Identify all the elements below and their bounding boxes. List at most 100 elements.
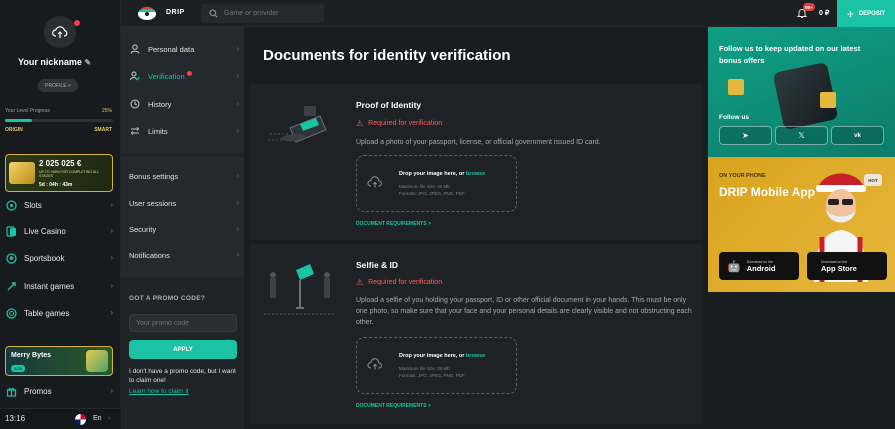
upload-dropzone[interactable]: Drop your image here, or browse Maximum … [356, 337, 517, 394]
settings-item-personal-data[interactable]: Personal data › [129, 40, 239, 58]
document-requirements-link[interactable]: DOCUMENT REQUIREMENTS > [356, 221, 431, 227]
user-icon [129, 44, 140, 55]
upload-cloud-icon [52, 26, 68, 38]
search-box[interactable] [201, 4, 324, 23]
app-root: Your nickname ✎ PROFILE > Your Level Pro… [0, 0, 895, 429]
telegram-button[interactable]: ➤ [719, 126, 772, 145]
right-panel: Follow us to keep updated on our latest … [708, 27, 895, 429]
android-icon: 🤖 [727, 260, 741, 273]
balance[interactable]: 0 ₽ [819, 9, 829, 17]
merry-bytes-title: Merry Bytes [11, 352, 52, 359]
hot-badge: HOT [864, 174, 882, 186]
sidebar-item-sportsbook[interactable]: Sportsbook › [5, 249, 115, 267]
settings-item-label: Personal data [148, 44, 195, 54]
document-title: Proof of Identity [356, 100, 422, 110]
app-store-download-button[interactable]: Download on the App Store [807, 252, 887, 280]
avatar[interactable] [44, 16, 76, 48]
top-bar: DRIP 99+ 0 ₽ + DEPOSIT [121, 0, 895, 27]
settings-item-label: User sessions [129, 198, 177, 208]
vk-icon: vk [854, 132, 861, 139]
settings-item-notifications[interactable]: Notifications › [129, 246, 239, 264]
level-progress-percent: 25% [101, 108, 112, 114]
promo-timer: 5d : 04h : 43m [39, 182, 73, 188]
profile-button[interactable]: PROFILE > [38, 79, 78, 92]
x-button[interactable]: 𝕏 [775, 126, 828, 145]
left-sidebar: Your nickname ✎ PROFILE > Your Level Pro… [0, 0, 121, 429]
mobile-app-banner: ON YOUR PHONE DRIP Mobile App HOT 🤖 Down… [708, 157, 895, 292]
sportsbook-icon [5, 252, 17, 264]
promo-code-field[interactable] [129, 314, 237, 332]
settings-item-verification[interactable]: Verification › [129, 67, 239, 85]
chevron-right-icon: › [236, 198, 239, 207]
settings-item-security[interactable]: Security › [129, 220, 239, 238]
android-download-button[interactable]: 🤖 Download on the Android [719, 252, 799, 280]
settings-item-label: Limits [148, 126, 168, 136]
nickname[interactable]: Your nickname ✎ [18, 57, 91, 67]
apply-button[interactable]: APPLY [129, 340, 237, 359]
dropzone-limits: Maximum file size: 30 Mb Formats: JPG, JP… [399, 184, 465, 196]
vk-button[interactable]: vk [831, 126, 884, 145]
settings-item-label: Notifications [129, 250, 170, 260]
warning-icon: ⚠ [356, 119, 364, 128]
settings-item-history[interactable]: History › [129, 95, 239, 113]
chevron-right-icon: › [236, 44, 239, 53]
upload-cloud-icon [367, 358, 382, 370]
gift-icon [728, 79, 744, 95]
main-content: Documents for identity verification Proo… [244, 27, 708, 429]
level-progress-label: Your Level Progress [5, 108, 50, 114]
android-label: Download on the Android [746, 259, 776, 273]
settings-item-bonus-settings[interactable]: Bonus settings › [129, 167, 239, 185]
telegram-icon: ➤ [742, 131, 749, 140]
slots-icon [5, 199, 17, 211]
language-select[interactable]: En [93, 415, 102, 422]
on-your-phone-label: ON YOUR PHONE [719, 173, 766, 179]
clock-icon [129, 99, 140, 110]
promo-amount: 2 025 025 € [39, 159, 82, 168]
app-store-label: Download on the App Store [821, 259, 857, 273]
learn-how-to-claim-link[interactable]: Learn how to claim it [129, 388, 189, 395]
selfie-id-card: Selfie & ID ⚠ Required for verification U… [250, 244, 702, 424]
document-title: Selfie & ID [356, 260, 399, 270]
search-input[interactable] [224, 10, 324, 17]
uk-flag-icon[interactable] [75, 414, 86, 425]
sidebar-item-instant-games[interactable]: Instant games › [5, 277, 115, 295]
x-icon: 𝕏 [798, 131, 805, 140]
sidebar-item-label: Promos [24, 386, 52, 396]
settings-item-limits[interactable]: Limits › [129, 122, 239, 140]
level-progress-bar [5, 119, 113, 122]
clock: 13:16 [5, 414, 26, 423]
document-requirements-link[interactable]: DOCUMENT REQUIREMENTS > [356, 403, 431, 409]
browse-link[interactable]: browse [466, 353, 485, 359]
chevron-right-icon: › [236, 71, 239, 80]
edit-icon[interactable]: ✎ [84, 58, 91, 67]
merry-bytes-card[interactable]: Merry Bytes 4/28 [5, 346, 113, 376]
settings-item-label: Bonus settings [129, 171, 179, 181]
settings-item-user-sessions[interactable]: User sessions › [129, 194, 239, 212]
follow-us-banner: Follow us to keep updated on our latest … [708, 27, 895, 157]
browse-link[interactable]: browse [466, 171, 485, 177]
gift-icon [820, 92, 836, 108]
settings-item-label: History [148, 99, 172, 109]
deposit-button[interactable]: + DEPOSIT [837, 0, 895, 27]
promo-code-input[interactable] [136, 319, 226, 327]
sidebar-item-table-games[interactable]: Table games › [5, 304, 115, 322]
chevron-right-icon: › [110, 386, 113, 395]
proof-of-identity-card: Proof of Identity ⚠ Required for verifica… [250, 84, 702, 240]
requirement-status: ⚠ Required for verification [356, 119, 443, 128]
tournament-promo-card[interactable]: 2 025 025 € UP TO +55% FOR COMPLETING AL… [5, 154, 113, 192]
chevron-right-icon: › [110, 253, 113, 262]
chevron-right-icon: › [110, 281, 113, 290]
sidebar-item-live-casino[interactable]: Live Casino › [5, 222, 115, 240]
chevron-right-icon: › [110, 226, 113, 235]
sidebar-item-slots[interactable]: Slots › [5, 196, 115, 214]
sidebar-item-label: Live Casino [24, 226, 66, 236]
promo-code-title: GOT A PROMO CODE? [129, 295, 206, 302]
gift-icon [5, 385, 17, 397]
sidebar-item-promos[interactable]: Promos › [5, 382, 115, 400]
upload-dropzone[interactable]: Drop your image here, or browse Maximum … [356, 155, 517, 212]
chevron-right-icon: › [236, 250, 239, 259]
chevron-right-icon: › [108, 415, 111, 422]
avatar-notification-dot [74, 20, 80, 26]
drip-logo-icon[interactable] [136, 4, 158, 22]
merry-bytes-art [86, 350, 108, 372]
